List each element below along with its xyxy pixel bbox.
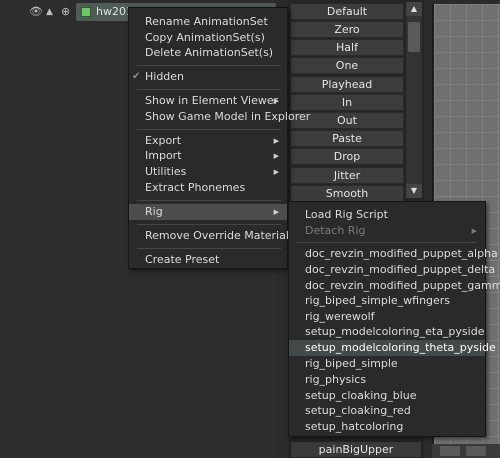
context-menu: Rename AnimationSet Copy AnimationSet(s)… (128, 7, 310, 269)
rig-script-item[interactable]: rig_biped_simple_wfingers (289, 293, 485, 309)
submenu-arrow-icon: ▶ (273, 137, 279, 145)
menu-separator (137, 224, 281, 225)
menu-show-in-element-viewer[interactable]: Show in Element Viewer ▶ (129, 93, 287, 109)
scroll-up-icon[interactable]: ▲ (406, 2, 422, 16)
submenu-arrow-icon: ▶ (273, 152, 279, 160)
preset-bottom-item[interactable]: painBigUpper (290, 441, 422, 458)
menu-show-in-explorer[interactable]: Show Game Model in Explorer (129, 109, 310, 125)
menu-export[interactable]: Export ▶ (129, 133, 287, 149)
eye-icon[interactable]: 👁 (29, 4, 43, 20)
rig-script-item[interactable]: setup_modelcoloring_eta_pyside (289, 324, 485, 340)
preset-smooth[interactable]: Smooth (290, 185, 404, 202)
submenu-arrow-icon: ▶ (273, 97, 279, 105)
rig-script-item[interactable]: doc_revzin_modified_puppet_delta (289, 262, 495, 278)
menu-separator (137, 65, 281, 66)
scroll-thumb[interactable] (408, 22, 420, 52)
preset-drop[interactable]: Drop (290, 148, 404, 165)
expand-icon[interactable]: ⊕ (61, 4, 70, 20)
menu-separator (137, 89, 281, 90)
rig-script-item-highlighted[interactable]: setup_modelcoloring_theta_pyside (289, 340, 496, 356)
preset-paste[interactable]: Paste (290, 130, 404, 147)
viewport-toolbar (432, 444, 500, 458)
menu-separator (137, 129, 281, 130)
rig-script-item[interactable]: rig_physics (289, 372, 485, 388)
preset-one[interactable]: One (290, 57, 404, 74)
rig-script-item[interactable]: doc_revzin_modified_puppet_alpha (289, 246, 498, 262)
menu-separator (137, 248, 281, 249)
menu-remove-override-materials[interactable]: Remove Override Materials (129, 228, 295, 244)
preset-default[interactable]: Default (290, 3, 404, 20)
cursor-icon[interactable]: ▲ (46, 4, 53, 20)
menu-extract-phonemes[interactable]: Extract Phonemes (129, 180, 287, 196)
menu-delete-animationset[interactable]: Delete AnimationSet(s) (129, 45, 287, 61)
model-cube-icon (81, 7, 91, 17)
preset-zero[interactable]: Zero (290, 21, 404, 38)
rig-script-item[interactable]: rig_werewolf (289, 309, 485, 325)
rig-submenu: Load Rig Script Detach Rig ▶ doc_revzin_m… (288, 201, 500, 437)
check-icon: ✔ (132, 71, 141, 82)
rig-script-item[interactable]: setup_cloaking_blue (289, 388, 485, 404)
submenu-arrow-icon: ▶ (273, 208, 279, 216)
preset-scrollbar[interactable]: ▲ ▼ (405, 2, 422, 198)
menu-rename-animationset[interactable]: Rename AnimationSet (129, 14, 287, 30)
menu-import[interactable]: Import ▶ (129, 148, 287, 164)
viewport-button[interactable] (440, 446, 460, 456)
menu-separator (137, 200, 281, 201)
rig-script-item[interactable]: doc_revzin_modified_puppet_gamma (289, 278, 500, 294)
rig-script-item[interactable]: setup_hatcoloring (289, 419, 485, 435)
menu-separator (297, 242, 477, 243)
scroll-down-icon[interactable]: ▼ (406, 184, 422, 198)
menu-load-rig-script[interactable]: Load Rig Script (289, 207, 485, 223)
preset-half[interactable]: Half (290, 39, 404, 56)
preset-jitter[interactable]: Jitter (290, 167, 404, 184)
rig-script-item[interactable]: setup_cloaking_red (289, 403, 485, 419)
submenu-arrow-icon: ▶ (471, 227, 477, 235)
viewport-button[interactable] (466, 446, 486, 456)
submenu-arrow-icon: ▶ (273, 168, 279, 176)
preset-playhead[interactable]: Playhead (290, 76, 404, 93)
menu-hidden[interactable]: ✔ Hidden (129, 69, 287, 85)
menu-utilities[interactable]: Utilities ▶ (129, 164, 287, 180)
menu-detach-rig[interactable]: Detach Rig ▶ (289, 223, 485, 239)
menu-copy-animationset[interactable]: Copy AnimationSet(s) (129, 30, 287, 46)
menu-rig[interactable]: Rig ▶ (129, 204, 287, 220)
menu-create-preset[interactable]: Create Preset (129, 252, 287, 268)
rig-script-item[interactable]: rig_biped_simple (289, 356, 485, 372)
